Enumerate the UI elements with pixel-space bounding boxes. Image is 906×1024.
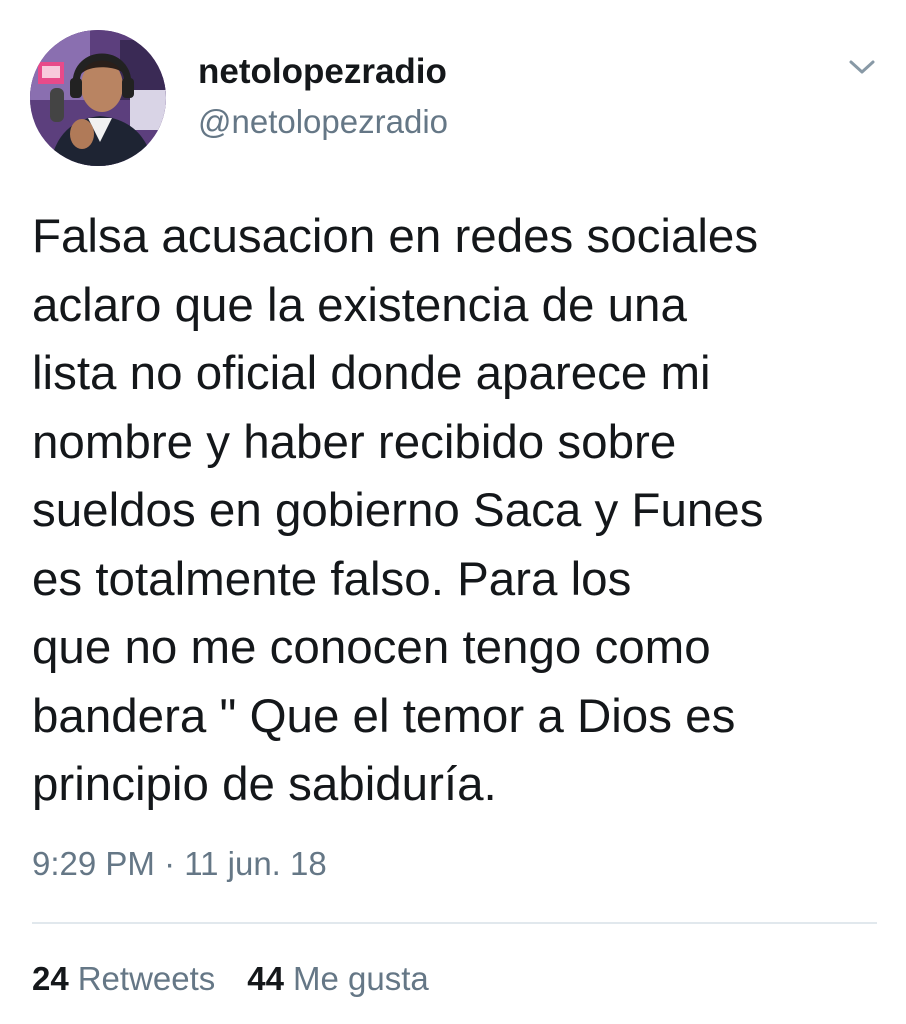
retweets-stat[interactable]: 24 Retweets [32,960,215,998]
divider [32,922,877,924]
tweet-detail: netolopezradio @netolopezradio Falsa acu… [0,0,906,1024]
tweet-text: Falsa acusacion en redes sociales aclaro… [32,210,764,811]
tweet-timestamp[interactable]: 9:29 PM · 11 jun. 18 [32,845,327,883]
avatar-photo-icon [30,30,166,166]
chevron-down-icon [849,60,875,74]
user-handle[interactable]: @netolopezradio [198,103,448,141]
tweet-stats: 24 Retweets 44 Me gusta [32,960,429,998]
display-name[interactable]: netolopezradio [198,52,447,92]
likes-label: Me gusta [293,960,429,997]
likes-count: 44 [247,960,284,997]
retweets-label: Retweets [77,960,216,997]
retweets-count: 24 [32,960,69,997]
avatar[interactable] [30,30,166,166]
likes-stat[interactable]: 44 Me gusta [247,960,428,998]
tweet-menu-button[interactable] [844,52,880,82]
